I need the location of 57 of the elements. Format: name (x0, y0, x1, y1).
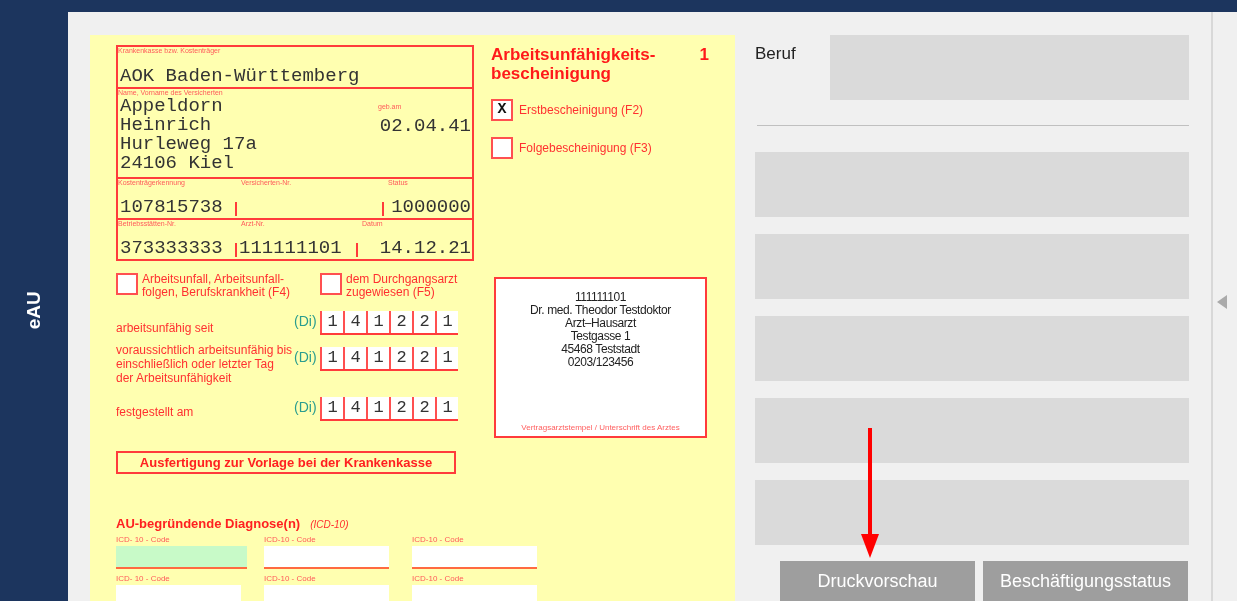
icd-code-field[interactable] (264, 584, 389, 601)
field-value: 107815738 (119, 196, 223, 218)
date-digits-field[interactable]: 1 4 1 2 2 1 (320, 397, 458, 421)
insurer-name: AOK Baden-Württemberg (119, 65, 361, 87)
section-title: AU-begründende Diagnose(n) (116, 515, 301, 533)
checkbox[interactable] (116, 273, 138, 295)
section-subtitle: (ICD-10) (310, 518, 349, 532)
date-label: voraussichtlich arbeitsunfähig bis einschließlich oder letzter Tag der Arbeitsunfähigkeit (116, 343, 294, 385)
checkbox-label: Folgebescheinigung (F3) (519, 140, 652, 157)
date-digits-field[interactable]: 1 4 1 2 2 1 (320, 347, 458, 371)
birth-date: 02.04.41 (378, 115, 472, 137)
copy-banner: Ausfertigung zur Vorlage bei der Krankenkasse (116, 451, 456, 474)
stamp-line: Testgasse 1 (570, 330, 631, 343)
icd-code-field[interactable] (412, 545, 537, 569)
icd-code-field[interactable] (412, 584, 537, 601)
empty-field[interactable] (755, 480, 1189, 545)
stamp-caption: Vertragsarztstempel / Unterschrift des Arztes (521, 422, 680, 434)
field-value: 14.12.21 (379, 237, 472, 259)
stamp-line: Dr. med. Theodor Testdoktor (530, 304, 671, 317)
checkbox[interactable]: X (491, 99, 513, 121)
checkbox-label: Erstbescheinigung (F2) (519, 102, 644, 119)
field-label: ICD- 10 - Code (116, 572, 171, 585)
icd-code-field[interactable] (264, 545, 389, 569)
icd-code-field[interactable] (116, 584, 241, 601)
stamp-line: 111111101 (574, 291, 627, 304)
checkbox[interactable] (491, 137, 513, 159)
stamp-line: 0203/123456 (567, 356, 634, 369)
field-label: ICD-10 - Code (264, 572, 317, 585)
weekday-label: (Di) (294, 348, 318, 367)
icd-code-field[interactable] (116, 545, 247, 569)
date-label: arbeitsunfähig seit (116, 321, 215, 335)
patient-address-line: Appeldorn (120, 97, 224, 116)
field-label: ICD-10 - Code (264, 533, 317, 546)
form-title: Arbeitsunfähigkeits- bescheinigung (491, 45, 656, 83)
stamp-line: 45468 Teststadt (561, 343, 640, 356)
patient-address-line: Hurleweg 17a (119, 135, 258, 154)
date-label: festgestellt am (116, 405, 195, 419)
empty-field[interactable] (755, 398, 1189, 463)
field-value: 1000000 (391, 196, 472, 218)
checkbox[interactable] (320, 273, 342, 295)
weekday-label: (Di) (294, 398, 318, 417)
checkbox-label: Arbeitsunfall, Arbeitsunfall- folgen, Berufskrankheit (F4) (142, 273, 291, 299)
field-label: ICD-10 - Code (412, 572, 465, 585)
date-digits-field[interactable]: 1 4 1 2 2 1 (320, 311, 458, 335)
field-label: ICD- 10 - Code (116, 533, 171, 546)
patient-address-line: Heinrich (119, 116, 212, 135)
stamp-line: Arzt–Hausarzt (565, 317, 636, 330)
occupation-label: Beruf (755, 43, 797, 65)
checkbox-label: dem Durchgangsarzt zugewiesen (F5) (346, 273, 458, 299)
field-value: 373333333 (119, 237, 223, 259)
field-label: ICD-10 - Code (412, 533, 465, 546)
weekday-label: (Di) (294, 312, 318, 331)
field-value: 111111101 (238, 237, 342, 259)
side-tab[interactable]: eAU (0, 0, 68, 601)
patient-address-line: 24106 Kiel (119, 154, 236, 173)
copy-number: 1 (699, 45, 709, 66)
collapse-arrow-icon[interactable] (1217, 294, 1227, 309)
